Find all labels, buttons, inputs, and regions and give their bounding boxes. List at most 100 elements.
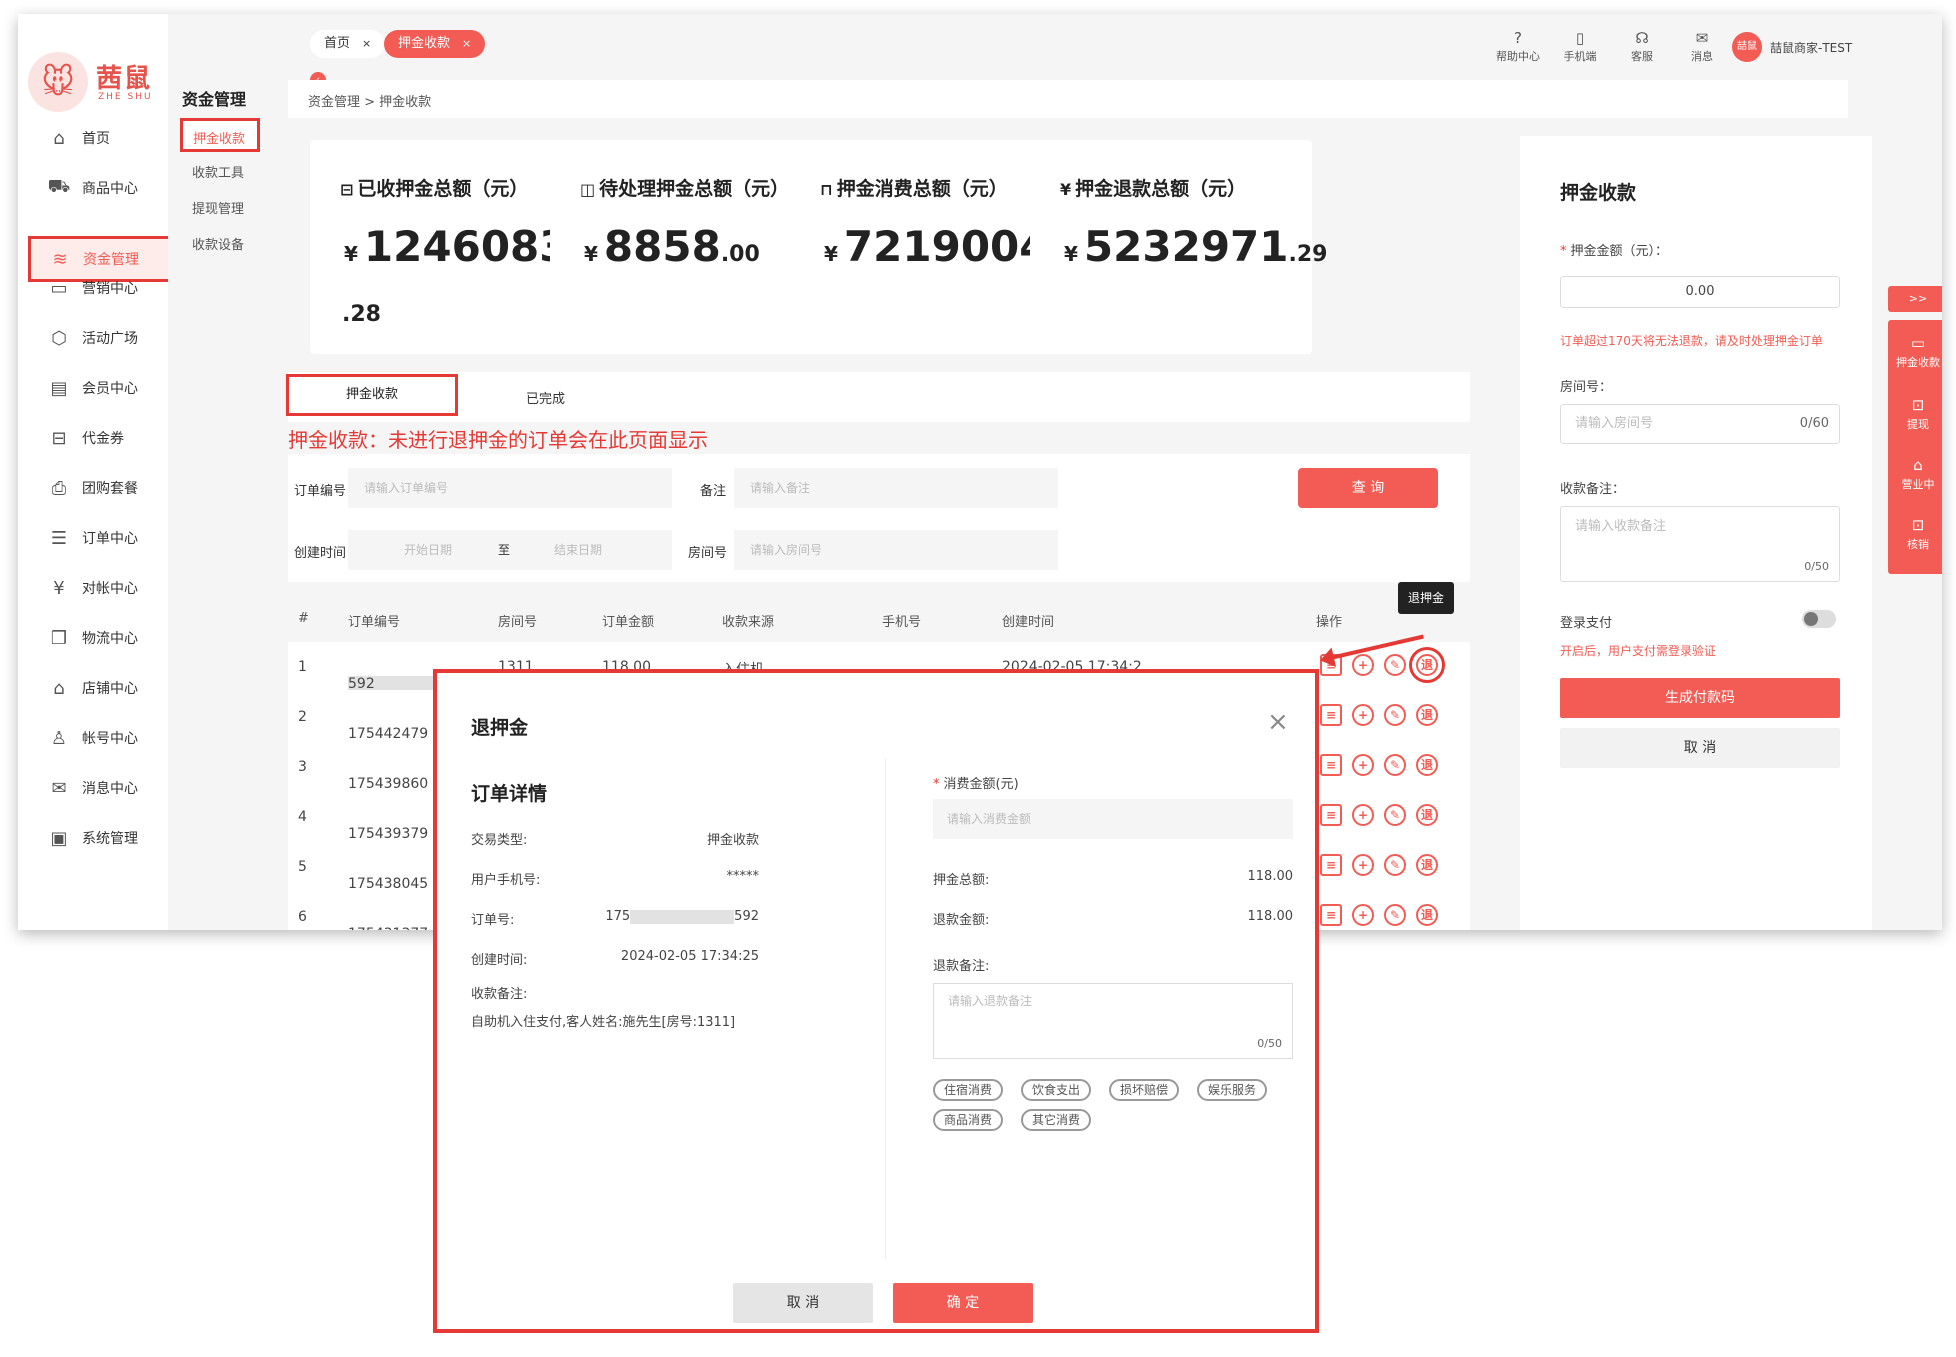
- room-input[interactable]: 请输入房间号 0/60: [1560, 404, 1840, 444]
- col-room: 房间号: [498, 615, 538, 630]
- add-icon[interactable]: +: [1352, 754, 1374, 776]
- row-index: 4: [298, 809, 307, 825]
- refund-icon[interactable]: 退: [1416, 754, 1438, 776]
- nav-item-14[interactable]: ▣ 系统管理: [30, 818, 180, 858]
- row-actions: ≡ + ✎ 退: [1320, 704, 1438, 726]
- generate-code-button[interactable]: 生成付款码: [1560, 678, 1840, 718]
- date-range[interactable]: 开始日期 至 结束日期: [348, 530, 672, 570]
- refund-icon[interactable]: 退: [1409, 647, 1445, 683]
- add-icon[interactable]: +: [1352, 904, 1374, 926]
- tab-deposit[interactable]: 押金收款 ×: [384, 30, 486, 58]
- nav-item-9[interactable]: ¥ 对帐中心: [30, 568, 180, 608]
- tab-completed[interactable]: 已完成: [526, 388, 565, 407]
- edit-icon[interactable]: ✎: [1384, 804, 1406, 826]
- refund-icon[interactable]: 退: [1416, 804, 1438, 826]
- refund-icon[interactable]: 退: [1416, 704, 1438, 726]
- service-link[interactable]: ☊ 客服: [1614, 28, 1670, 64]
- float-deposit[interactable]: ▭ 押金收款: [1888, 334, 1942, 370]
- message-link[interactable]: ✉ 消息: [1674, 28, 1730, 64]
- panel-title: 押金收款: [1560, 182, 1637, 204]
- time-label: 创建时间: [294, 546, 347, 561]
- annotation-note: 押金收款：未进行退押金的订单会在此页面显示: [288, 428, 708, 452]
- sub-item-tools[interactable]: 收款工具: [192, 162, 244, 181]
- add-icon[interactable]: +: [1352, 804, 1374, 826]
- nav-item-4[interactable]: ⬡ 活动广场: [30, 318, 180, 358]
- float-verify[interactable]: ⊡ 核销: [1888, 516, 1942, 552]
- chip-entertainment[interactable]: 娱乐服务: [1197, 1079, 1268, 1101]
- stat-value: ¥5232971.29: [1064, 222, 1328, 271]
- end-date[interactable]: 结束日期: [554, 530, 602, 570]
- query-button[interactable]: 查 询: [1298, 468, 1438, 508]
- nav-item-7[interactable]: ⎙ 团购套餐: [30, 468, 180, 508]
- remark-textarea[interactable]: 请输入收款备注 0/50: [1560, 506, 1840, 582]
- chip-food[interactable]: 饮食支出: [1021, 1079, 1092, 1101]
- nav-item-3[interactable]: ▭ 营销中心: [30, 268, 180, 308]
- nav-item-0[interactable]: ⌂ 首页: [30, 118, 180, 158]
- help-center[interactable]: ? 帮助中心: [1490, 28, 1546, 64]
- detail-icon[interactable]: ≡: [1320, 754, 1342, 776]
- user-menu[interactable]: 喆鼠 喆鼠商家-TEST: [1732, 32, 1852, 62]
- order-input[interactable]: 请输入订单编号: [348, 468, 672, 508]
- edit-icon[interactable]: ✎: [1384, 654, 1406, 676]
- cube-icon: ❒: [50, 627, 68, 649]
- start-date[interactable]: 开始日期: [404, 530, 452, 570]
- nav-item-12[interactable]: ♙ 帐号中心: [30, 718, 180, 758]
- amount-input[interactable]: 0.00: [1560, 276, 1840, 308]
- detail-icon[interactable]: ≡: [1320, 804, 1342, 826]
- chip-lodging[interactable]: 住宿消费: [933, 1079, 1004, 1101]
- nav-item-5[interactable]: ▤ 会员中心: [30, 368, 180, 408]
- tab-home[interactable]: 首页 ×: [310, 30, 386, 58]
- nav-label: 活动广场: [82, 331, 138, 347]
- detail-icon[interactable]: ≡: [1320, 904, 1342, 926]
- float-withdraw[interactable]: ⊡ 提现: [1888, 396, 1942, 432]
- remark-input[interactable]: 请输入备注: [734, 468, 1058, 508]
- close-icon[interactable]: ×: [1267, 709, 1289, 735]
- refund-icon[interactable]: 退: [1416, 904, 1438, 926]
- col-phone: 手机号: [882, 615, 922, 630]
- receipt-icon: ⊟: [340, 180, 354, 199]
- panel-cancel-button[interactable]: 取 消: [1560, 728, 1840, 768]
- sub-item-deposit[interactable]: 押金收款: [180, 118, 260, 152]
- login-pay-toggle[interactable]: [1802, 610, 1836, 628]
- sub-item-devices[interactable]: 收款设备: [192, 234, 244, 253]
- room-input[interactable]: 请输入房间号: [734, 530, 1058, 570]
- add-icon[interactable]: +: [1352, 654, 1374, 676]
- chip-goods[interactable]: 商品消费: [933, 1109, 1004, 1131]
- edit-icon[interactable]: ✎: [1384, 704, 1406, 726]
- close-icon[interactable]: ×: [362, 37, 371, 50]
- tab-deposit-list[interactable]: 押金收款: [286, 374, 458, 416]
- nav-item-13[interactable]: ✉ 消息中心: [30, 768, 180, 808]
- add-icon[interactable]: +: [1352, 854, 1374, 876]
- add-icon[interactable]: +: [1352, 704, 1374, 726]
- nav-item-1[interactable]: ⛟ 商品中心: [30, 168, 180, 208]
- help-label: 帮助中心: [1496, 50, 1540, 63]
- chip-damage[interactable]: 损坏赔偿: [1109, 1079, 1180, 1101]
- col-index: #: [298, 611, 309, 626]
- mobile-link[interactable]: ▯ 手机端: [1552, 28, 1608, 64]
- consume-input[interactable]: 请输入消费金额: [933, 799, 1293, 839]
- detail-icon[interactable]: ≡: [1320, 704, 1342, 726]
- detail-icon[interactable]: ≡: [1320, 854, 1342, 876]
- detail-phone: 用户手机号: *****: [471, 869, 759, 888]
- modal-cancel-button[interactable]: 取 消: [733, 1283, 873, 1323]
- refund-remark-textarea[interactable]: 请输入退款备注 0/50: [933, 983, 1293, 1059]
- refund-icon[interactable]: 退: [1416, 854, 1438, 876]
- float-open[interactable]: ⌂ 营业中: [1888, 456, 1942, 492]
- modal-confirm-button[interactable]: 确 定: [893, 1283, 1033, 1323]
- nav-label: 商品中心: [82, 181, 138, 197]
- edit-icon[interactable]: ✎: [1384, 904, 1406, 926]
- edit-icon[interactable]: ✎: [1384, 854, 1406, 876]
- nav-item-11[interactable]: ⌂ 店铺中心: [30, 668, 180, 708]
- close-icon[interactable]: ×: [462, 37, 471, 50]
- nav-item-6[interactable]: ⊟ 代金券: [30, 418, 180, 458]
- nav-label: 消息中心: [82, 781, 138, 797]
- nav-item-8[interactable]: ☰ 订单中心: [30, 518, 180, 558]
- float-toggle[interactable]: >>: [1888, 286, 1942, 312]
- chip-other[interactable]: 其它消费: [1021, 1109, 1092, 1131]
- edit-icon[interactable]: ✎: [1384, 754, 1406, 776]
- wallet-icon: ◫: [580, 180, 596, 199]
- room-placeholder: 请输入房间号: [1575, 416, 1654, 431]
- sub-item-withdraw[interactable]: 提现管理: [192, 198, 244, 217]
- col-actions: 操作: [1316, 615, 1343, 630]
- nav-item-10[interactable]: ❒ 物流中心: [30, 618, 180, 658]
